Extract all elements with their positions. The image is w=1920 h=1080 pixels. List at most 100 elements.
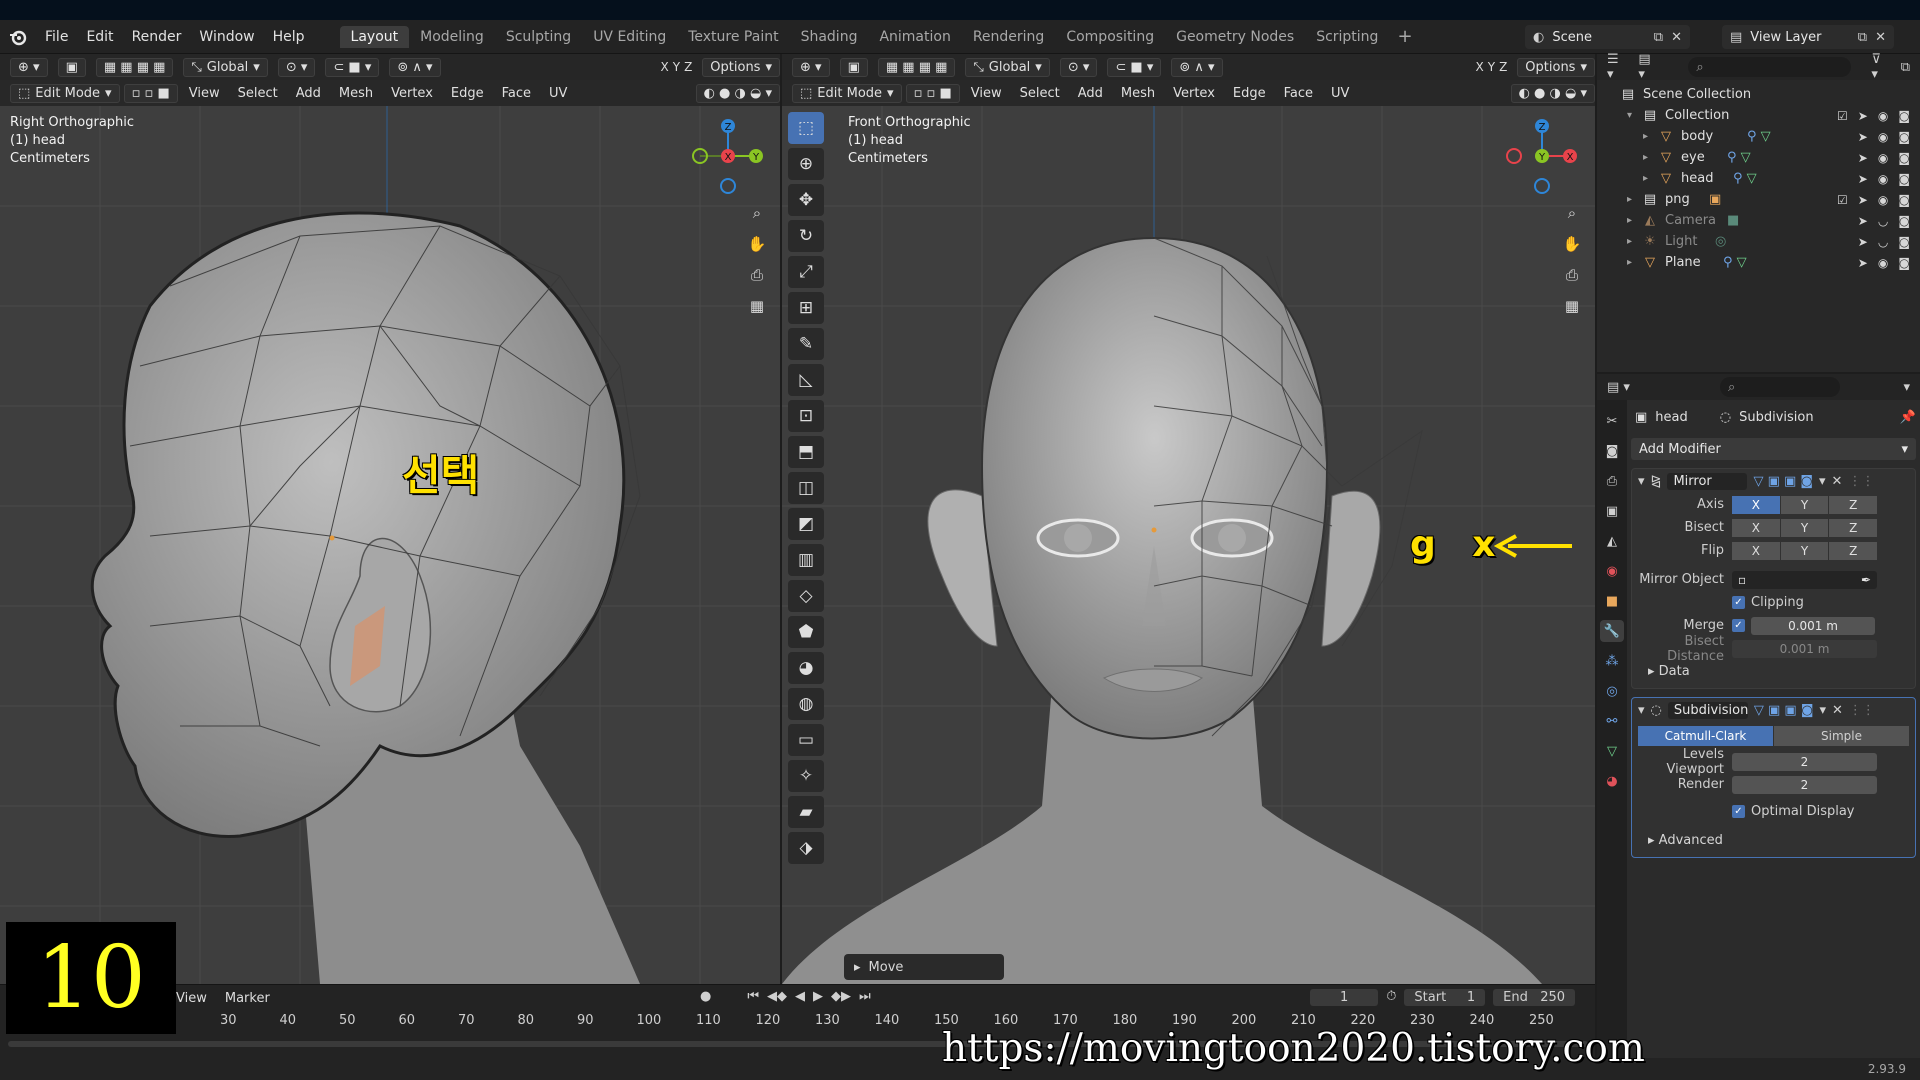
menu-edge[interactable]: Edge (1226, 84, 1273, 103)
bisect-z-toggle[interactable]: Z (1829, 518, 1878, 537)
optimal-display-checkbox[interactable]: ✓ (1732, 805, 1745, 818)
bisect-y-toggle[interactable]: Y (1780, 518, 1829, 537)
annotate-tool-icon[interactable]: ✎ (788, 328, 824, 360)
outliner-row-scene-collection[interactable]: ▤ Scene Collection (1597, 84, 1920, 105)
menu-add[interactable]: Add (1071, 84, 1110, 103)
shear-tool-icon[interactable]: ▰ (788, 796, 824, 828)
eye-icon[interactable]: ◉ (1878, 151, 1888, 165)
merge-checkbox[interactable]: ✓ (1732, 619, 1745, 632)
select-arrow-icon[interactable]: ➤ (1858, 172, 1868, 186)
record-icon[interactable]: ● (700, 989, 711, 1004)
camera-render-icon[interactable]: ◙ (1898, 130, 1910, 144)
menu-help[interactable]: Help (264, 29, 314, 45)
jump-start-icon[interactable]: ⏮ (747, 989, 759, 1004)
menu-face[interactable]: Face (1277, 84, 1320, 103)
select-arrow-icon[interactable]: ➤ (1858, 193, 1868, 207)
bevel-tool-icon[interactable]: ◩ (788, 508, 824, 540)
timeline-menu-view[interactable]: View (176, 991, 207, 1006)
editor-type-button[interactable]: ⊕ ▾ (10, 57, 48, 77)
output-tab-icon[interactable]: ⎙ (1600, 470, 1624, 492)
head-side-mesh[interactable] (0, 106, 780, 984)
mirror-axis-z[interactable]: Z (684, 60, 692, 74)
checkbox-icon[interactable]: ☑ (1837, 193, 1848, 207)
chevron-down-icon[interactable]: ▾ (1819, 703, 1826, 718)
flip-z-toggle[interactable]: Z (1829, 541, 1878, 560)
tab-modeling[interactable]: Modeling (409, 26, 495, 48)
expand-arrow-icon[interactable]: ▸ (1627, 236, 1641, 247)
rotate-tool-icon[interactable]: ↻ (788, 220, 824, 252)
drag-handle-icon[interactable]: ⋮⋮ (1849, 703, 1875, 718)
editor-type-button[interactable]: ⊕ ▾ (792, 57, 830, 77)
levels-viewport-field[interactable]: 2 (1732, 752, 1877, 771)
proportional-edit-button[interactable]: ⊚ ∧ ▾ (389, 57, 441, 77)
mirror-axes[interactable]: X Y Z (660, 60, 692, 74)
camera-render-icon[interactable]: ◙ (1898, 172, 1910, 186)
mode-selector[interactable]: ⬚ Edit Mode ▾ (792, 83, 902, 103)
expand-arrow-icon[interactable]: ▸ (1627, 194, 1641, 205)
shrink-fatten-tool-icon[interactable]: ✧ (788, 760, 824, 792)
axis-gizmo[interactable]: Z Y X (686, 114, 766, 204)
filter-icon[interactable]: ⊽ ▾ (1871, 52, 1890, 82)
axis-z-toggle[interactable]: Z (1829, 495, 1878, 514)
clipping-checkbox[interactable]: ✓ (1732, 596, 1745, 609)
menu-window[interactable]: Window (190, 29, 263, 45)
collapse-arrow-icon[interactable]: ▾ (1627, 110, 1641, 121)
pivot-button[interactable]: ⊙ ▾ (1059, 57, 1098, 77)
new-collection-icon[interactable]: ⧉ (1901, 60, 1910, 75)
add-workspace-icon[interactable]: + (1389, 26, 1420, 47)
close-icon[interactable]: ✕ (1832, 474, 1843, 489)
eye-icon[interactable]: ◉ (1878, 109, 1888, 123)
jump-end-icon[interactable]: ⏭ (859, 989, 871, 1004)
next-keyframe-icon[interactable]: ◆▶ (831, 989, 851, 1004)
modifier-tab-icon[interactable]: 🔧 (1600, 620, 1624, 642)
transform-orientation[interactable]: ⤡ Global ▾ (965, 57, 1050, 77)
selection-mode-buttons[interactable]: ▦ ▦ ▦ ▦ (877, 57, 956, 77)
viewport-shading-buttons[interactable]: ◐ ● ◑ ◒ ▾ (695, 83, 780, 103)
simple-tab[interactable]: Simple (1774, 726, 1909, 746)
world-tab-icon[interactable]: ◉ (1600, 560, 1624, 582)
material-tab-icon[interactable]: ◕ (1600, 770, 1624, 792)
subdivision-name-field[interactable]: Subdivision (1667, 701, 1748, 719)
modifier-toggle-icons[interactable]: ▽ ▣ ▣ ◙ (1754, 703, 1814, 718)
view-layer-tab-icon[interactable]: ▣ (1600, 500, 1624, 522)
poly-build-tool-icon[interactable]: ⬟ (788, 616, 824, 648)
tab-texture-paint[interactable]: Texture Paint (677, 26, 789, 48)
outliner-row-collection[interactable]: ▾ ▤ Collection ☑ ➤ ◉ ◙ (1597, 105, 1920, 126)
transform-tool-icon[interactable]: ⊞ (788, 292, 824, 324)
cursor-tool-icon[interactable]: ⊕ (788, 148, 824, 180)
menu-view[interactable]: View (964, 84, 1009, 103)
menu-vertex[interactable]: Vertex (384, 84, 440, 103)
rip-tool-icon[interactable]: ⬗ (788, 832, 824, 864)
start-frame-field[interactable]: Start 1 (1404, 989, 1486, 1006)
camera-render-icon[interactable]: ◙ (1898, 151, 1910, 165)
options-button[interactable]: Options ▾ (1517, 57, 1595, 77)
flip-x-toggle[interactable]: X (1732, 541, 1780, 560)
select-mode-button[interactable]: ▣ (57, 57, 86, 77)
zoom-icon[interactable]: ⌕ (1561, 202, 1583, 224)
expand-arrow-icon[interactable]: ▸ (1643, 152, 1657, 163)
axis-y-toggle[interactable]: Y (1780, 495, 1829, 514)
menu-mesh[interactable]: Mesh (1114, 84, 1162, 103)
select-arrow-icon[interactable]: ➤ (1858, 235, 1868, 249)
view-layer-close-icon[interactable]: ✕ (1875, 30, 1886, 45)
camera-render-icon[interactable]: ◙ (1898, 235, 1910, 249)
view-layer-copy-icon[interactable]: ⧉ (1858, 30, 1867, 45)
menu-file[interactable]: File (36, 29, 77, 45)
element-select-buttons[interactable]: ▫ ▫ ■ (905, 83, 960, 103)
scale-tool-icon[interactable]: ⤢ (788, 256, 824, 288)
prev-keyframe-icon[interactable]: ◀◆ (767, 989, 787, 1004)
grid-view-icon[interactable]: ▦ (1561, 295, 1583, 317)
add-cube-tool-icon[interactable]: ⊡ (788, 400, 824, 432)
mirror-object-field[interactable]: ▫ ✒ (1732, 570, 1877, 589)
end-frame-field[interactable]: End 250 (1493, 989, 1576, 1006)
tab-shading[interactable]: Shading (790, 26, 869, 48)
pivot-button[interactable]: ⊙ ▾ (277, 57, 316, 77)
menu-select[interactable]: Select (1013, 84, 1067, 103)
bisect-distance-field[interactable]: 0.001 m (1732, 639, 1877, 658)
mirror-name-field[interactable]: Mirror (1667, 472, 1748, 490)
view-layer-selector[interactable]: ▤ View Layer ⧉ ✕ (1722, 25, 1894, 49)
tab-geometry-nodes[interactable]: Geometry Nodes (1165, 26, 1305, 48)
chevron-down-icon[interactable]: ▾ (1819, 474, 1826, 489)
camera-render-icon[interactable]: ◙ (1898, 256, 1910, 270)
viewport-left[interactable]: ⊕ ▾ ▣ ▦ ▦ ▦ ▦ ⤡ Global ▾ ⊙ ▾ ⊂ ■ ▾ ⊚ ∧ ▾ … (0, 54, 780, 984)
